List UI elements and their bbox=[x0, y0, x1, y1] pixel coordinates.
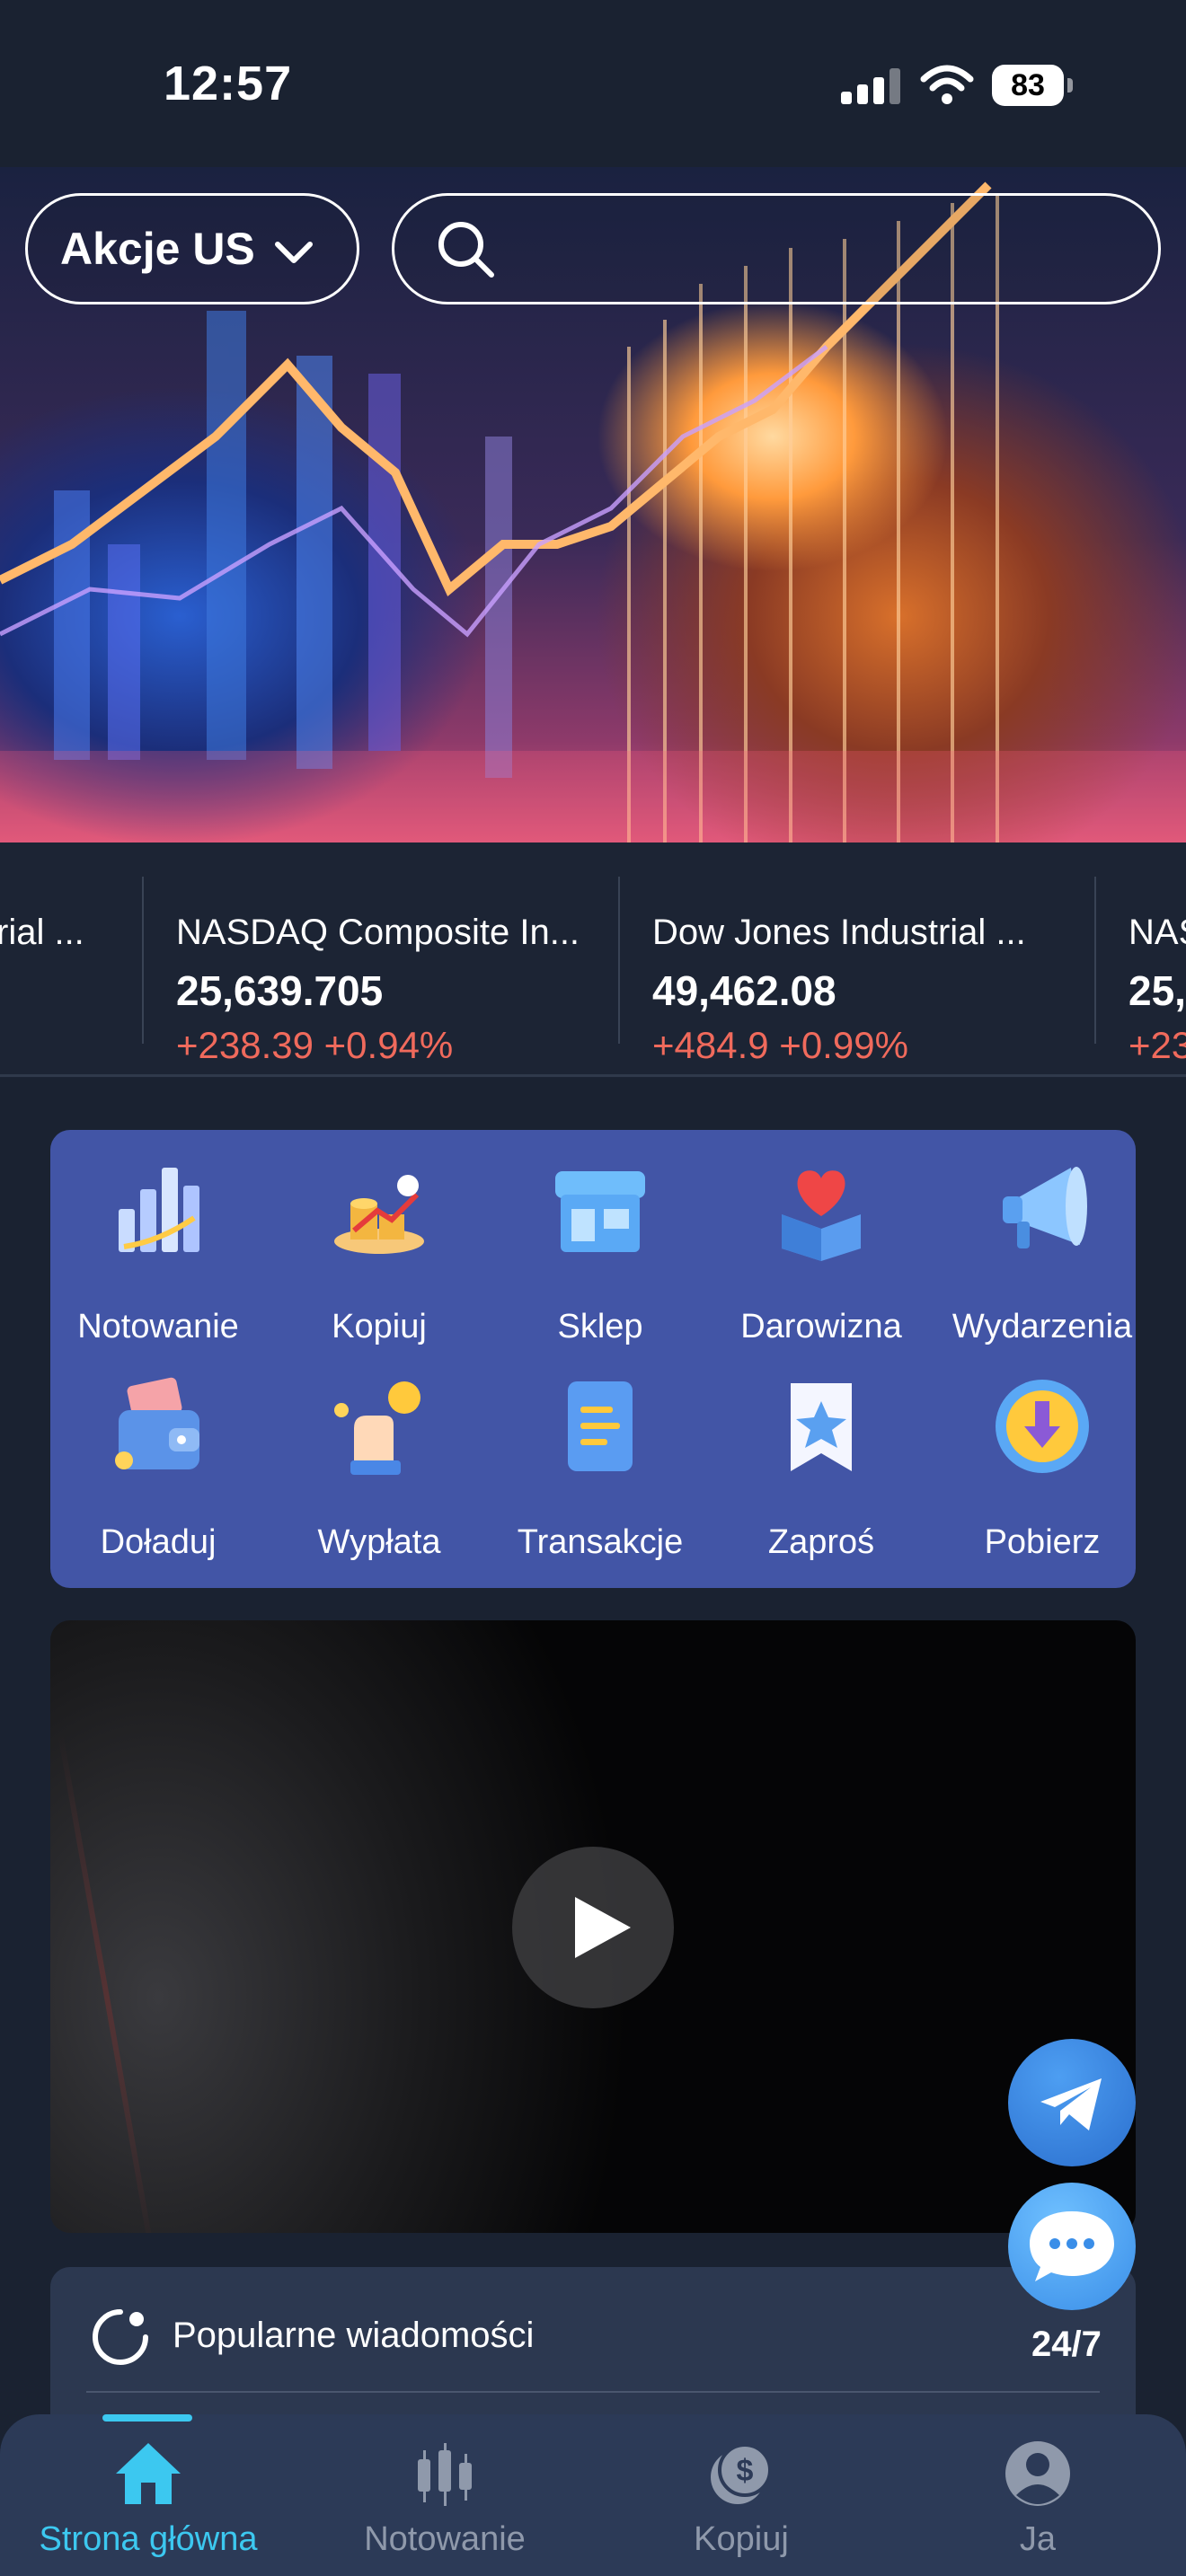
quick-menu-label: Sklep bbox=[557, 1308, 643, 1345]
nav-label: Ja bbox=[1019, 2520, 1057, 2558]
ticker-change: +23 bbox=[1128, 1024, 1186, 1066]
ticker-divider bbox=[142, 877, 144, 1044]
download-icon bbox=[996, 1380, 1089, 1473]
search-icon bbox=[438, 222, 494, 278]
telegram-button[interactable] bbox=[1008, 2039, 1136, 2166]
quick-menu-kopiuj[interactable]: Kopiuj bbox=[271, 1141, 487, 1347]
quick-menu-zapros[interactable]: Zaproś bbox=[713, 1356, 929, 1563]
document-icon bbox=[568, 1381, 633, 1471]
battery-icon: 83 bbox=[992, 65, 1073, 108]
quick-menu-doladuj[interactable]: Doładuj bbox=[50, 1356, 266, 1563]
status-time: 12:57 bbox=[164, 57, 293, 110]
nav-label: Kopiuj bbox=[694, 2520, 789, 2558]
shop-icon bbox=[555, 1171, 645, 1252]
ticker-value: 49,462.08 bbox=[652, 967, 836, 1014]
search-input[interactable] bbox=[392, 193, 1161, 304]
quick-menu-label: Wydarzenia bbox=[951, 1308, 1133, 1345]
video-player[interactable] bbox=[50, 1620, 1136, 2233]
wifi-icon bbox=[920, 65, 974, 104]
ticker-value: 25,639.705 bbox=[176, 967, 384, 1014]
wallet-icon bbox=[115, 1377, 199, 1469]
ticker-name: rial ... bbox=[0, 913, 84, 952]
ticker-divider bbox=[1094, 877, 1096, 1044]
refresh-icon bbox=[93, 2309, 148, 2365]
nav-home[interactable]: Strona główna bbox=[0, 2414, 296, 2576]
coins-icon bbox=[334, 1175, 424, 1254]
quick-menu: Notowanie Kopiuj Sklep Darowizna Wydarze… bbox=[50, 1130, 1136, 1588]
nav-kopiuj[interactable]: $ Kopiuj bbox=[593, 2414, 890, 2576]
quick-menu-wyplata[interactable]: Wypłata bbox=[271, 1356, 487, 1563]
divider bbox=[0, 1074, 1186, 1077]
ticker-divider bbox=[618, 877, 620, 1044]
support-hours-label: 24/7 bbox=[1031, 2325, 1102, 2364]
quick-menu-label: Notowanie bbox=[77, 1308, 239, 1345]
chevron-down-icon bbox=[275, 242, 313, 263]
ticker-change: +238.39 +0.94% bbox=[176, 1024, 454, 1066]
news-title: Popularne wiadomości bbox=[173, 2316, 535, 2355]
megaphone-icon bbox=[1003, 1167, 1087, 1248]
quick-menu-label: Zaproś bbox=[767, 1523, 875, 1561]
star-badge-icon bbox=[791, 1383, 852, 1471]
user-icon bbox=[1005, 2441, 1070, 2506]
candlestick-icon bbox=[418, 2443, 472, 2506]
home-icon bbox=[116, 2443, 181, 2504]
quick-menu-label: Transakcje bbox=[517, 1523, 684, 1561]
status-bar: 12:57 83 bbox=[0, 0, 1186, 169]
ticker-name: NAS bbox=[1128, 913, 1186, 952]
chart-bars-icon bbox=[119, 1168, 199, 1252]
quick-menu-label: Pobierz bbox=[984, 1523, 1101, 1561]
market-selector-label: Akcje US bbox=[60, 224, 255, 274]
quick-menu-wydarzenia[interactable]: Wydarzenia bbox=[934, 1141, 1150, 1347]
quick-menu-transakcje[interactable]: Transakcje bbox=[492, 1356, 708, 1563]
play-icon bbox=[575, 1897, 631, 1958]
nav-label: Strona główna bbox=[39, 2520, 258, 2558]
svg-text:$: $ bbox=[737, 2454, 754, 2488]
play-button[interactable] bbox=[512, 1847, 674, 2008]
nav-ja[interactable]: Ja bbox=[890, 2414, 1186, 2576]
copy-coin-icon: $ bbox=[711, 2443, 772, 2504]
chat-support-button[interactable] bbox=[1008, 2183, 1136, 2310]
quick-menu-label: Kopiuj bbox=[332, 1308, 427, 1345]
ticker-value: 25, bbox=[1128, 967, 1186, 1014]
battery-level: 83 bbox=[992, 65, 1064, 106]
telegram-icon bbox=[1040, 2078, 1102, 2130]
ticker-change: +484.9 +0.99% bbox=[652, 1024, 908, 1066]
quick-menu-label: Darowizna bbox=[740, 1308, 902, 1345]
quick-menu-darowizna[interactable]: Darowizna bbox=[713, 1141, 929, 1347]
bottom-navigation: Strona główna Notowanie $ Kopiuj Ja bbox=[0, 2414, 1186, 2576]
quick-menu-sklep[interactable]: Sklep bbox=[492, 1141, 708, 1347]
quick-menu-notowanie[interactable]: Notowanie bbox=[50, 1141, 266, 1347]
market-selector[interactable]: Akcje US bbox=[25, 193, 359, 304]
cellular-signal-icon bbox=[841, 68, 900, 104]
nav-label: Notowanie bbox=[364, 2520, 526, 2558]
quick-menu-label: Wypłata bbox=[317, 1523, 441, 1561]
ticker-name: NASDAQ Composite In... bbox=[176, 913, 580, 952]
index-ticker-strip[interactable]: rial ... NASDAQ Composite In... 25,639.7… bbox=[0, 842, 1186, 1078]
heart-box-icon bbox=[782, 1170, 861, 1261]
chat-bubble-icon bbox=[1030, 2211, 1114, 2281]
quick-menu-label: Doładuj bbox=[100, 1523, 217, 1561]
divider bbox=[86, 2391, 1100, 2393]
ticker-name: Dow Jones Industrial ... bbox=[652, 913, 1026, 952]
nav-notowanie[interactable]: Notowanie bbox=[296, 2414, 593, 2576]
hand-coin-icon bbox=[334, 1381, 420, 1475]
quick-menu-pobierz[interactable]: Pobierz bbox=[934, 1356, 1150, 1563]
